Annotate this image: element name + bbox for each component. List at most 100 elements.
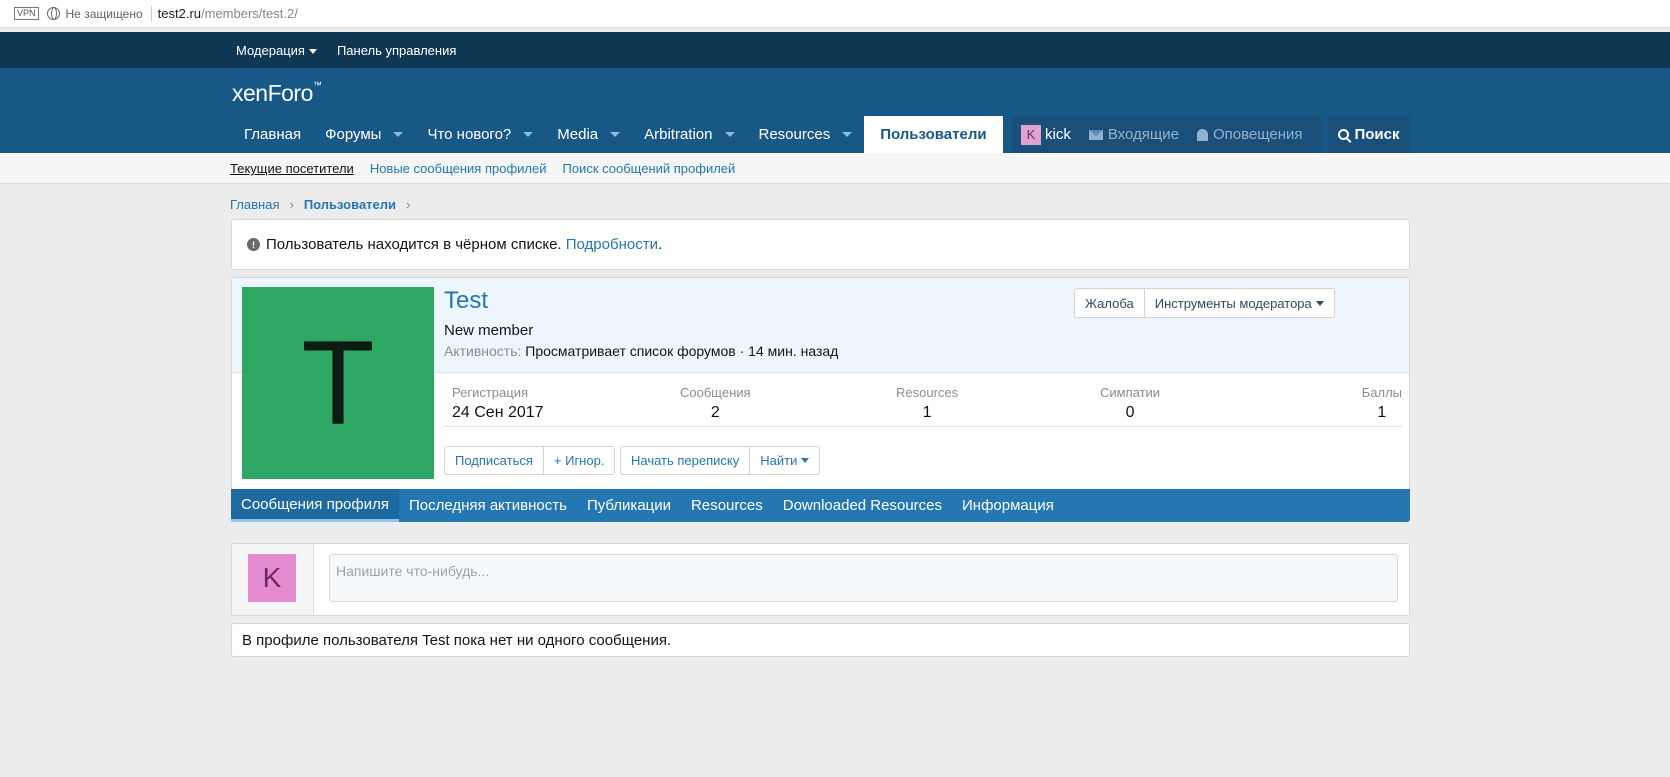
caret-down-icon	[1315, 300, 1324, 306]
notice-text: Пользователь находится в чёрном списке.	[266, 236, 562, 253]
stat-label: Сообщения	[680, 385, 751, 400]
breadcrumb-home[interactable]: Главная	[230, 197, 279, 212]
nav-label: Главная	[244, 126, 302, 143]
nav-tab-media[interactable]: Media	[545, 116, 632, 153]
security-status[interactable]: Не защищено	[66, 7, 143, 21]
stat-value: 0	[1125, 404, 1135, 421]
start-conversation-button[interactable]: Начать переписку	[621, 447, 751, 474]
nav-tab-whats-new[interactable]: Что нового?	[415, 116, 545, 153]
profile-post-input[interactable]: Напишите что-нибудь...	[329, 554, 1398, 602]
nav-label: Что нового?	[427, 126, 512, 143]
profile-top-buttons: Жалоба Инструменты модератора	[1074, 288, 1335, 318]
mod-tools-label: Инструменты модератора	[1154, 295, 1312, 311]
globe-icon	[46, 7, 60, 20]
breadcrumb-separator: ›	[406, 197, 411, 212]
follow-button[interactable]: Подписаться	[445, 447, 544, 474]
report-button[interactable]: Жалоба	[1075, 289, 1145, 317]
envelope-icon	[1088, 129, 1103, 140]
blacklist-notice: ! Пользователь находится в чёрном списке…	[231, 219, 1410, 270]
account-name: kick	[1045, 125, 1071, 143]
notice-details-link[interactable]: Подробности	[566, 236, 658, 253]
nav-label: Пользователи	[880, 126, 987, 143]
stat-label: Баллы	[1361, 385, 1402, 400]
nav-tab-members[interactable]: Пользователи	[864, 116, 1003, 153]
nav-label: Форумы	[325, 126, 382, 143]
divider	[150, 5, 152, 22]
chevron-down-icon[interactable]	[393, 132, 404, 137]
stat-points[interactable]: Баллы 1	[1362, 385, 1402, 422]
stat-likes[interactable]: Симпатии 0	[1100, 385, 1160, 422]
notice-period: .	[657, 236, 663, 253]
admin-panel-link[interactable]: Панель управления	[337, 43, 456, 58]
subnav-search-profile-posts[interactable]: Поиск сообщений профилей	[562, 161, 735, 176]
moderation-menu[interactable]: Модерация	[236, 43, 317, 58]
stat-value: 1	[922, 404, 932, 421]
convo-find-group: Начать переписку Найти	[620, 446, 821, 475]
stat-label: Resources	[896, 385, 959, 400]
chevron-down-icon[interactable]	[610, 132, 621, 137]
search-icon	[1338, 129, 1350, 140]
stat-label: Регистрация	[452, 385, 528, 400]
inbox-label: Входящие	[1107, 126, 1179, 143]
stat-value: 1	[1377, 404, 1387, 421]
inbox-link[interactable]: Входящие	[1088, 126, 1179, 143]
url-path[interactable]: /members/test.2/	[201, 6, 298, 21]
avatar: K	[1021, 124, 1041, 145]
stat-messages[interactable]: Сообщения 2	[680, 385, 751, 422]
profile-user-title: New member	[444, 322, 534, 339]
breadcrumb: Главная › Пользователи ›	[230, 197, 410, 212]
tab-profile-posts[interactable]: Сообщения профиля	[231, 489, 399, 522]
tab-latest-activity[interactable]: Последняя активность	[399, 489, 577, 522]
moderation-label: Модерация	[236, 42, 305, 58]
empty-profile-message: В профиле пользователя Test пока нет ни …	[231, 623, 1410, 657]
profile-post-form: K Напишите что-нибудь...	[231, 543, 1410, 616]
site-logo[interactable]: xenForo™	[232, 80, 322, 107]
stat-registration: Регистрация 24 Сен 2017	[452, 385, 544, 422]
ignore-button[interactable]: + Игнор.	[544, 447, 615, 474]
chevron-down-icon[interactable]	[523, 132, 534, 137]
follow-ignore-group: Подписаться + Игнор.	[444, 446, 616, 475]
chevron-down-icon[interactable]	[842, 132, 853, 137]
vpn-badge[interactable]: VPN	[14, 7, 39, 20]
user-box: Kkick Входящие Оповещения	[1012, 116, 1321, 153]
alerts-link[interactable]: Оповещения	[1196, 126, 1303, 143]
profile-stats: Регистрация 24 Сен 2017 Сообщения 2 Resour…	[444, 385, 1402, 427]
stat-label: Симпатии	[1100, 385, 1161, 400]
tab-resources[interactable]: Resources	[681, 489, 773, 522]
activity-label: Активность:	[444, 343, 522, 359]
account-link[interactable]: Kkick	[1021, 124, 1071, 145]
breadcrumb-members[interactable]: Пользователи	[304, 197, 396, 212]
nav-tab-arbitration[interactable]: Arbitration	[632, 116, 746, 153]
stat-value: 24 Сен 2017	[452, 404, 544, 421]
search-button[interactable]: Поиск	[1328, 116, 1410, 153]
sub-nav: Текущие посетители Новые сообщения профи…	[0, 153, 1670, 184]
moderator-tools-button[interactable]: Инструменты модератора	[1145, 289, 1334, 317]
profile-tabs: Сообщения профиля Последняя активность П…	[231, 489, 1410, 522]
profile-card: T Test New member Активность: Просматрив…	[231, 277, 1410, 522]
nav-tab-home[interactable]: Главная	[232, 116, 313, 153]
subnav-current-visitors[interactable]: Текущие посетители	[230, 161, 354, 176]
find-button[interactable]: Найти	[750, 447, 819, 474]
profile-activity: Активность: Просматривает список форумов…	[444, 343, 838, 359]
bell-icon	[1196, 128, 1208, 141]
browser-address-bar[interactable]: VPN Не защищено test2.ru/members/test.2/	[0, 0, 1670, 28]
tab-information[interactable]: Информация	[952, 489, 1064, 522]
info-icon: !	[247, 238, 260, 251]
form-avatar-column: K	[232, 544, 314, 615]
subnav-new-profile-posts[interactable]: Новые сообщения профилей	[370, 161, 547, 176]
logo-trademark: ™	[312, 80, 322, 90]
tab-downloaded-resources[interactable]: Downloaded Resources	[773, 489, 952, 522]
stat-value: 2	[710, 404, 720, 421]
profile-avatar[interactable]: T	[242, 287, 434, 479]
nav-tab-resources[interactable]: Resources	[747, 116, 865, 153]
stat-resources[interactable]: Resources 1	[896, 385, 958, 422]
chevron-down-icon[interactable]	[724, 132, 735, 137]
nav-tab-forums[interactable]: Форумы	[313, 116, 415, 153]
profile-username[interactable]: Test	[444, 287, 488, 315]
breadcrumb-separator: ›	[289, 197, 294, 212]
url-host[interactable]: test2.ru	[158, 6, 201, 21]
site-header: xenForo™ Главная Форумы Что нового? Medi…	[0, 68, 1670, 153]
nav-label: Arbitration	[644, 126, 713, 143]
tab-postings[interactable]: Публикации	[577, 489, 681, 522]
avatar[interactable]: K	[248, 554, 296, 602]
